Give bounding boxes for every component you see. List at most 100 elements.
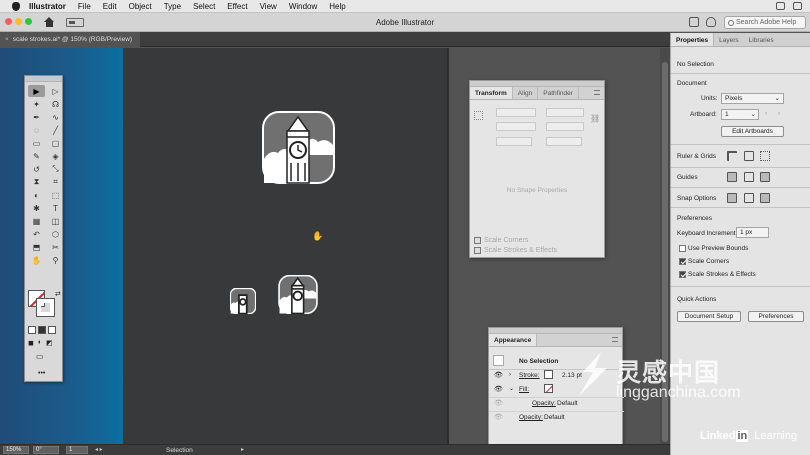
lightbulb-icon[interactable] <box>706 17 716 27</box>
scale-corners-option[interactable]: Scale Corners <box>474 237 528 244</box>
document-tab[interactable]: × scale strokes.ai* @ 150% (RGB/Preview) <box>0 32 140 47</box>
tab-pathfinder[interactable]: Pathfinder <box>538 87 579 99</box>
fill-stroke-swatches[interactable] <box>28 290 55 317</box>
pen-tool-icon[interactable]: ✒ <box>28 111 45 123</box>
perspective-grid-tool-icon[interactable]: ⬚ <box>47 189 64 201</box>
snap-to-grid-icon[interactable] <box>760 193 770 203</box>
visibility-eye-icon[interactable]: 👁 <box>494 413 503 421</box>
link-icon[interactable]: ⛓ <box>590 114 600 123</box>
scale-corners-checkbox[interactable] <box>679 258 686 265</box>
width-tool-icon[interactable]: ⧗ <box>28 176 45 188</box>
edit-toolbar-icon[interactable]: ••• <box>38 370 45 377</box>
scale-strokes-option[interactable]: Scale Strokes & Effects <box>474 247 557 254</box>
use-preview-bounds-checkbox[interactable] <box>679 245 686 252</box>
zoom-select[interactable]: 150% <box>3 446 29 454</box>
h-field[interactable] <box>546 122 584 131</box>
menu-edit[interactable]: Edit <box>103 2 117 11</box>
none-mode-icon[interactable] <box>48 326 56 334</box>
tab-properties[interactable]: Properties <box>671 33 715 46</box>
menu-select[interactable]: Select <box>193 2 215 11</box>
tab-libraries[interactable]: Libraries <box>744 33 779 46</box>
hand-tool-icon[interactable]: ✋ <box>28 254 45 266</box>
gradient-mode-icon[interactable] <box>38 326 46 334</box>
artboard-select[interactable]: 1 ⌄ <box>721 109 759 120</box>
blob-brush-tool-icon[interactable]: ◌ <box>28 124 45 136</box>
menu-help[interactable]: Help <box>329 2 345 11</box>
slice-tool-icon[interactable]: ✂ <box>47 241 64 253</box>
preferences-button[interactable]: Preferences <box>748 311 804 322</box>
eraser-tool-icon[interactable]: ◈ <box>47 150 64 162</box>
selection-tool-icon[interactable]: ▶ <box>28 85 45 97</box>
document-setup-button[interactable]: Document Setup <box>677 311 741 322</box>
draw-behind-icon[interactable]: ◐ <box>38 339 42 347</box>
scale-strokes-checkbox[interactable] <box>474 247 481 254</box>
appearance-menu-icon[interactable] <box>612 337 618 342</box>
line-tool-icon[interactable]: ╱ <box>47 124 64 136</box>
eyedropper-tool-icon[interactable]: ⚲ <box>47 254 64 266</box>
smart-guides-icon[interactable] <box>760 172 770 182</box>
reference-point-icon[interactable] <box>474 111 483 120</box>
lock-guides-icon[interactable] <box>744 172 754 182</box>
rectangle-tool-icon[interactable]: ▭ <box>28 137 45 149</box>
opacity-label[interactable]: Opacity: <box>519 414 543 421</box>
screen-mode-icon[interactable]: ▭ <box>36 352 44 361</box>
rotation-select[interactable]: 0° <box>33 446 59 454</box>
search-input[interactable]: Search Adobe Help <box>724 16 806 29</box>
rotate-tool-icon[interactable]: ↺ <box>28 163 45 175</box>
big-ben-artwork-medium[interactable] <box>278 275 318 314</box>
draw-normal-icon[interactable]: ◼ <box>28 339 34 347</box>
lasso-tool-icon[interactable]: ☊ <box>47 98 64 110</box>
collapse-fill-icon[interactable]: ⌄ <box>509 385 514 392</box>
panel-menu-icon[interactable] <box>594 90 600 95</box>
transparency-grid-icon[interactable] <box>760 151 770 161</box>
tab-appearance[interactable]: Appearance <box>489 334 538 346</box>
close-tab-icon[interactable]: × <box>5 36 9 43</box>
w-field[interactable] <box>546 108 584 117</box>
menu-file[interactable]: File <box>78 2 91 11</box>
big-ben-artwork-small[interactable] <box>230 288 256 314</box>
rounded-rectangle-tool-icon[interactable]: ▢ <box>47 137 64 149</box>
artboard-next-icon[interactable]: › <box>778 110 780 117</box>
scale-strokes-checkbox[interactable] <box>679 271 686 278</box>
panels-icon[interactable] <box>689 17 699 27</box>
scale-corners-checkbox[interactable] <box>474 237 481 244</box>
expand-stroke-icon[interactable]: › <box>509 372 511 378</box>
pencil-tool-icon[interactable]: ✎ <box>28 150 45 162</box>
stroke-label[interactable]: Stroke: <box>519 372 540 379</box>
visibility-eye-icon[interactable]: 👁 <box>494 399 503 407</box>
screen-icon[interactable] <box>776 2 785 10</box>
star-tool-icon[interactable]: ✱ <box>28 202 45 214</box>
scale-tool-icon[interactable]: ⤡ <box>47 163 64 175</box>
fill-opacity-label[interactable]: Opacity: <box>532 400 556 407</box>
keyboard-increment-input[interactable]: 1 px <box>736 227 769 238</box>
list-icon[interactable] <box>793 2 802 10</box>
free-transform-tool-icon[interactable]: ⌗ <box>47 176 64 188</box>
ruler-icon[interactable] <box>727 151 737 161</box>
menu-type[interactable]: Type <box>164 2 181 11</box>
artboard[interactable] <box>123 48 447 444</box>
edit-artboards-button[interactable]: Edit Artboards <box>721 126 784 137</box>
artboard-tool-icon[interactable]: ⬒ <box>28 241 45 253</box>
fill-color-swatch[interactable] <box>544 384 553 393</box>
magic-wand-tool-icon[interactable]: ✦ <box>28 98 45 110</box>
menu-window[interactable]: Window <box>289 2 317 11</box>
grid-icon[interactable] <box>744 151 754 161</box>
shape-builder-tool-icon[interactable]: ◐ <box>28 189 45 201</box>
menu-app[interactable]: Illustrator <box>29 2 66 11</box>
swap-fill-stroke-icon[interactable]: ⇄ <box>55 290 61 298</box>
color-mode-icon[interactable] <box>28 326 36 334</box>
units-select[interactable]: Pixels ⌄ <box>721 93 784 104</box>
direct-selection-tool-icon[interactable]: ▷ <box>47 85 64 97</box>
fill-label[interactable]: Fill: <box>519 386 529 393</box>
menu-view[interactable]: View <box>260 2 277 11</box>
visibility-eye-icon[interactable]: 👁 <box>494 371 503 379</box>
stroke-color-swatch[interactable] <box>544 370 553 379</box>
undo-rotate-icon[interactable]: ↶ <box>28 228 45 240</box>
symbol-sprayer-tool-icon[interactable]: ⬡ <box>47 228 64 240</box>
menu-effect[interactable]: Effect <box>227 2 247 11</box>
rotate-field[interactable] <box>496 137 532 146</box>
x-field[interactable] <box>496 108 536 117</box>
mesh-tool-icon[interactable]: ◫ <box>47 215 64 227</box>
artboard-prev-icon[interactable]: ‹ <box>765 110 767 117</box>
gradient-tool-icon[interactable]: ▦ <box>28 215 45 227</box>
